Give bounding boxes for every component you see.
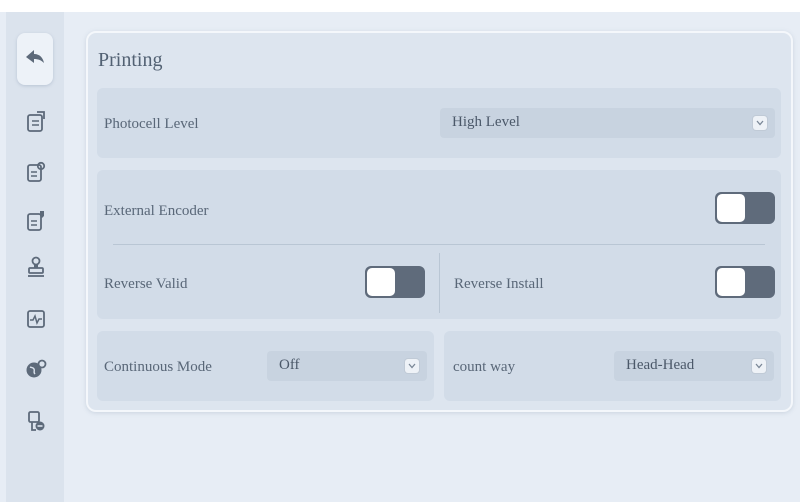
photocell-card: Photocell Level High Level <box>97 88 781 158</box>
chevron-down-icon <box>752 359 766 373</box>
divider <box>439 253 440 313</box>
sidebar-item-document-edit[interactable] <box>24 210 48 237</box>
continuous-mode-label: Continuous Mode <box>104 359 212 375</box>
sidebar-item-printer-stamp[interactable] <box>24 256 48 283</box>
globe-gear-icon <box>25 359 47 384</box>
monitor-waveform-icon <box>26 309 46 334</box>
printer-stamp-icon <box>26 256 46 283</box>
sidebar-item-cartridge[interactable] <box>24 410 48 437</box>
sidebar-item-globe-settings[interactable] <box>24 359 48 383</box>
photocell-label: Photocell Level <box>104 116 199 132</box>
sidebar-item-monitor[interactable] <box>24 309 48 333</box>
photocell-level-value: High Level <box>452 114 520 130</box>
document-print-icon <box>26 110 46 138</box>
sidebar-item-document-print[interactable] <box>24 110 48 138</box>
reverse-valid-label: Reverse Valid <box>104 276 188 292</box>
toggle-knob <box>367 268 395 296</box>
encoder-card: External Encoder Reverse Valid Reverse I… <box>97 170 781 319</box>
panel-title: Printing <box>98 49 163 71</box>
continuous-mode-card: Continuous Mode Off <box>97 331 434 401</box>
sidebar <box>6 12 64 502</box>
photocell-level-select[interactable]: High Level <box>440 108 775 138</box>
continuous-mode-select[interactable]: Off <box>267 351 427 381</box>
reverse-install-toggle[interactable] <box>715 266 775 298</box>
document-settings-icon <box>26 161 46 188</box>
back-arrow-icon <box>25 49 45 70</box>
chevron-down-icon <box>405 359 419 373</box>
divider <box>113 244 765 245</box>
sidebar-item-document-settings[interactable] <box>24 161 48 188</box>
toggle-knob <box>717 268 745 296</box>
continuous-mode-value: Off <box>279 357 300 373</box>
count-way-value: Head-Head <box>626 357 695 373</box>
reverse-install-label: Reverse Install <box>454 276 544 292</box>
count-way-label: count way <box>453 359 516 375</box>
external-encoder-label: External Encoder <box>104 203 209 219</box>
document-edit-icon <box>26 210 46 237</box>
cartridge-minus-icon <box>26 410 46 437</box>
chevron-down-icon <box>753 116 767 130</box>
toggle-knob <box>717 194 745 222</box>
count-way-card: count way Head-Head <box>444 331 781 401</box>
printing-panel: Printing Photocell Level High Level Exte… <box>86 31 793 412</box>
external-encoder-toggle[interactable] <box>715 192 775 224</box>
top-bar <box>0 0 800 12</box>
back-button[interactable] <box>17 33 53 85</box>
reverse-valid-toggle[interactable] <box>365 266 425 298</box>
count-way-select[interactable]: Head-Head <box>614 351 774 381</box>
